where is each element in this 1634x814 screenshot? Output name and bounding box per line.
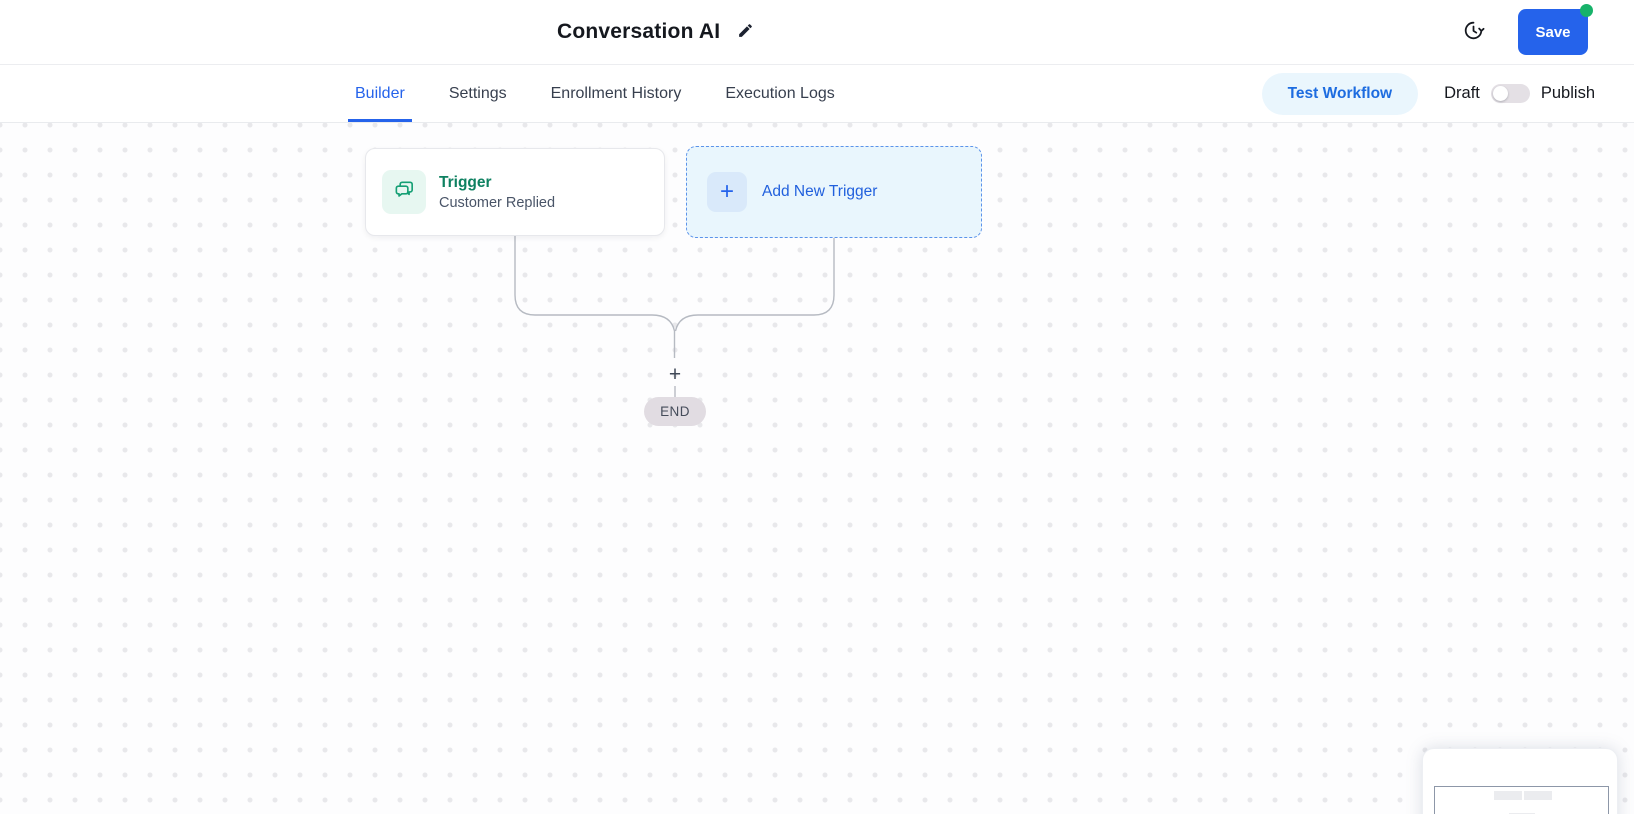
draft-label: Draft	[1444, 84, 1480, 102]
test-workflow-button[interactable]: Test Workflow	[1261, 72, 1419, 115]
save-button[interactable]: Save	[1518, 4, 1593, 55]
tab-execution-logs[interactable]: Execution Logs	[718, 65, 841, 122]
trigger-icon-box	[382, 170, 426, 214]
version-history-button[interactable]	[1461, 18, 1486, 46]
header-actions: Save	[1461, 0, 1593, 64]
workflow-tabbar: Builder Settings Enrollment History Exec…	[0, 65, 1634, 123]
minimap-viewport[interactable]	[1434, 786, 1609, 814]
chat-bubbles-icon	[393, 178, 416, 206]
workflow-controls: Test Workflow Draft Publish	[1261, 65, 1595, 122]
trigger-node-subtitle: Customer Replied	[439, 194, 556, 211]
save-button-label: Save	[1535, 23, 1571, 41]
pencil-icon	[737, 22, 754, 42]
page-title: Conversation AI	[557, 20, 721, 43]
plus-icon: +	[707, 172, 747, 212]
minimap-panel[interactable]	[1422, 748, 1618, 814]
publish-toggle-knob	[1492, 86, 1508, 101]
add-new-trigger-card[interactable]: + Add New Trigger	[686, 146, 982, 238]
unsaved-changes-badge	[1580, 4, 1593, 17]
trigger-node-title: Trigger	[439, 173, 492, 191]
history-clock-icon	[1461, 18, 1486, 46]
tab-settings[interactable]: Settings	[442, 65, 514, 122]
workflow-title-group: Conversation AI	[557, 0, 754, 64]
trigger-node-card[interactable]: Trigger Customer Replied	[365, 148, 665, 236]
publish-toggle[interactable]	[1490, 84, 1530, 103]
end-node: END	[644, 397, 706, 426]
add-new-trigger-label: Add New Trigger	[762, 183, 878, 200]
publish-label: Publish	[1540, 84, 1595, 102]
tab-enrollment-history[interactable]: Enrollment History	[544, 65, 689, 122]
add-action-button[interactable]: +	[664, 363, 686, 385]
edit-title-button[interactable]	[737, 22, 754, 42]
minimap-node-add-trigger	[1524, 791, 1552, 800]
app-header: Conversation AI Save	[0, 0, 1634, 65]
workflow-canvas[interactable]: Trigger Customer Replied + Add New Trigg…	[0, 123, 1634, 814]
tab-builder[interactable]: Builder	[348, 65, 412, 122]
trigger-node-text: Trigger Customer Replied	[439, 174, 555, 211]
minimap-node-trigger	[1494, 791, 1522, 800]
